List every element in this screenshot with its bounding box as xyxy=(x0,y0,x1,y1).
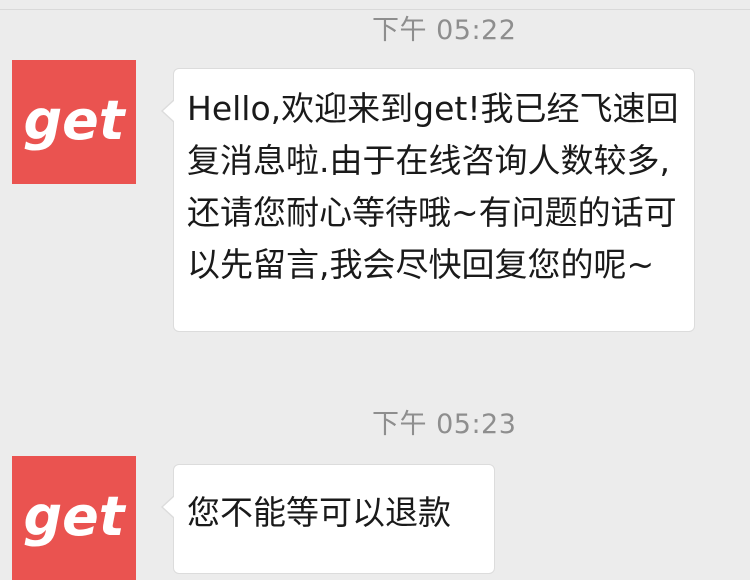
get-logo-icon[interactable]: get xyxy=(12,60,136,184)
message-bubble[interactable]: Hello,欢迎来到get!我已经飞速回复消息啦.由于在线咨询人数较多,还请您耐… xyxy=(161,68,695,332)
avatar-logo-text: get xyxy=(23,89,126,152)
avatar-logo: get xyxy=(23,485,126,548)
timestamp: 下午 05:22 xyxy=(372,15,517,46)
message-text: Hello,欢迎来到get!我已经飞速回复消息啦.由于在线咨询人数较多,还请您耐… xyxy=(187,89,679,284)
avatar-logo-text: get xyxy=(23,485,126,548)
message-text: 您不能等可以退款 xyxy=(187,493,451,532)
get-logo-icon[interactable]: get xyxy=(12,456,136,580)
message-bubble[interactable]: 您不能等可以退款 xyxy=(161,464,495,574)
avatar-logo: get xyxy=(23,89,126,152)
timestamp: 下午 05:23 xyxy=(372,409,517,440)
